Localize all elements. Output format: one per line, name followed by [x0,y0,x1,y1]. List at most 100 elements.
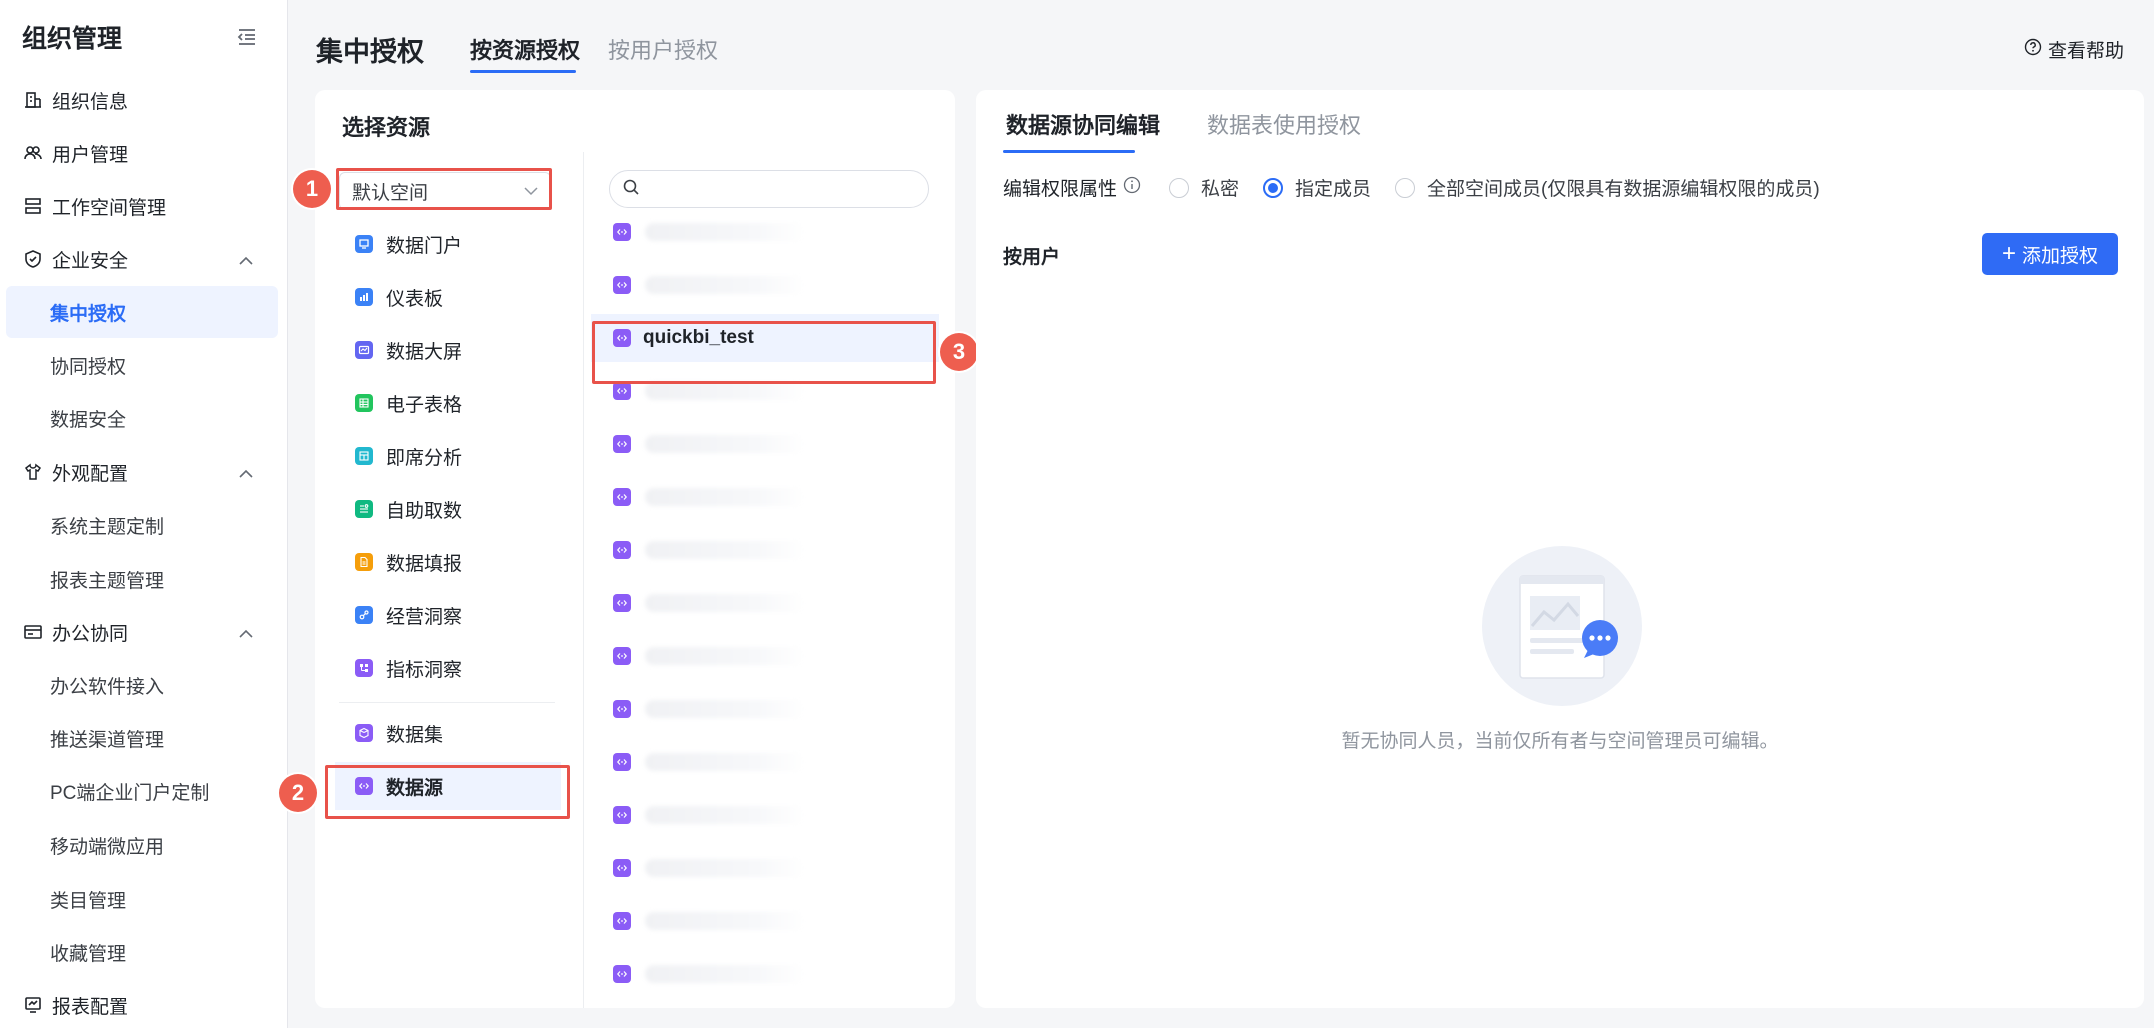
help-label: 查看帮助 [2047,41,2124,62]
radio-private[interactable] [1169,177,1190,198]
sidebar-item-pc-portal[interactable]: PC端企业门户定制 [6,765,278,817]
datasource-row[interactable] [591,950,939,998]
category-data-portal[interactable]: 数据门户 [335,220,561,268]
datasource-row[interactable] [591,579,939,627]
radio-all-space-members-label: 全部空间成员(仅限具有数据源编辑权限的成员) [1427,179,1820,200]
info-icon[interactable] [1123,176,1141,200]
radio-specified-members[interactable] [1263,177,1284,198]
category-metric-insight[interactable]: 指标洞察 [335,644,561,692]
datasource-row[interactable] [591,526,939,574]
datasource-row[interactable] [591,738,939,786]
edit-permission-label: 编辑权限属性 [1003,179,1118,200]
resource-panel-title: 选择资源 [342,115,431,140]
sidebar-item-label: 组织信息 [52,91,129,113]
category-data-entry[interactable]: 数据填报 [335,538,561,586]
insight-icon [355,606,373,624]
datasource-row[interactable] [591,420,939,468]
sidebar-item-workspace-mgmt[interactable]: 工作空间管理 [6,180,278,232]
sidebar-item-report-theme[interactable]: 报表主题管理 [6,553,278,605]
building-icon [22,89,44,111]
category-adhoc-analysis[interactable]: 即席分析 [335,432,561,480]
add-authorization-button[interactable]: + 添加授权 [1982,233,2118,275]
tab-table-usage-auth[interactable]: 数据表使用授权 [1207,108,1361,140]
sidebar-item-push-channel[interactable]: 推送渠道管理 [6,712,278,764]
plus-icon: + [2001,240,2016,267]
sidebar-item-collab-auth[interactable]: 协同授权 [6,339,278,391]
add-authorization-label: 添加授权 [2022,245,2099,267]
datasource-icon [613,806,631,824]
help-circle-icon [2024,38,2042,62]
datasource-icon [613,859,631,877]
page-title: 集中授权 [316,37,424,67]
category-business-insight[interactable]: 经营洞察 [335,591,561,639]
redacted-name [645,700,805,718]
category-data-screen[interactable]: 数据大屏 [335,326,561,374]
datasource-row[interactable] [591,844,939,892]
category-dataset[interactable]: 数据集 [335,709,561,757]
sidebar-item-enterprise-security[interactable]: 企业安全 [6,233,278,285]
sidebar-title: 组织管理 [22,25,123,53]
category-label: 电子表格 [386,394,463,416]
sidebar-item-system-theme[interactable]: 系统主题定制 [6,499,278,551]
redacted-name [645,806,805,824]
datasource-icon [613,488,631,506]
tab-datasource-collab-edit[interactable]: 数据源协同编辑 [1006,108,1160,140]
category-label: 指标洞察 [386,659,463,681]
search-icon [622,178,640,201]
datasource-row[interactable] [591,632,939,680]
sidebar-item-label: 企业安全 [52,250,129,272]
spreadsheet-icon [355,394,373,412]
datasource-icon [613,965,631,983]
redacted-name [645,594,805,612]
empty-state-illustration [1482,546,1642,706]
help-link[interactable]: 查看帮助 [2024,36,2124,63]
tab-by-user[interactable]: 按用户授权 [608,33,718,65]
redacted-name [645,435,805,453]
sidebar-item-favorites-mgmt[interactable]: 收藏管理 [6,926,278,978]
sidebar-item-office-software[interactable]: 办公软件接入 [6,659,278,711]
sidebar-item-label: PC端企业门户定制 [50,782,210,804]
datasource-row[interactable] [591,208,939,256]
sidebar-item-mobile-app[interactable]: 移动端微应用 [6,819,278,871]
datasource-row[interactable] [591,261,939,309]
sidebar-item-org-info[interactable]: 组织信息 [6,74,278,126]
category-self-service[interactable]: 自助取数 [335,485,561,533]
permission-panel: 数据源协同编辑 数据表使用授权 编辑权限属性 私密 指定成员 全部空间成员(仅限… [976,90,2144,1008]
datasource-search[interactable] [609,170,929,208]
sidebar-item-category-mgmt[interactable]: 类目管理 [6,873,278,925]
category-dashboard[interactable]: 仪表板 [335,273,561,321]
datasource-row[interactable] [591,473,939,521]
datasource-row[interactable] [591,685,939,733]
radio-specified-members-label: 指定成员 [1295,179,1372,200]
collapse-menu-icon[interactable] [235,25,259,49]
chevron-up-icon [238,623,254,645]
tab-by-resource[interactable]: 按资源授权 [470,33,580,65]
callout-box-3 [592,321,936,384]
sidebar-item-report-config[interactable]: 报表配置 [6,979,278,1028]
active-tab-indicator [470,70,576,73]
shirt-icon [22,461,44,483]
sidebar-item-data-security[interactable]: 数据安全 [6,392,278,444]
report-icon [22,994,44,1016]
sidebar-item-office-collab[interactable]: 办公协同 [6,606,278,658]
divider [583,152,584,1008]
datasource-icon [613,700,631,718]
datasource-icon [613,753,631,771]
sidebar-item-appearance[interactable]: 外观配置 [6,446,278,498]
datasource-icon [613,594,631,612]
self-service-icon [355,500,373,518]
resource-panel: 选择资源 默认空间 数据门户 仪表板 数据大屏 电子表格 即席分析 自助取数 数… [315,90,955,1008]
category-spreadsheet[interactable]: 电子表格 [335,379,561,427]
datasource-row[interactable] [591,897,939,945]
data-entry-icon [355,553,373,571]
sidebar-item-user-mgmt[interactable]: 用户管理 [6,127,278,179]
category-label: 经营洞察 [386,606,463,628]
sidebar-item-central-auth[interactable]: 集中授权 [6,286,278,338]
screen-icon [355,341,373,359]
datasource-icon [613,435,631,453]
sidebar-item-label: 外观配置 [52,463,129,485]
sidebar-item-label: 推送渠道管理 [50,729,165,751]
search-input[interactable] [648,179,928,199]
datasource-row[interactable] [591,791,939,839]
radio-all-space-members[interactable] [1395,177,1416,198]
